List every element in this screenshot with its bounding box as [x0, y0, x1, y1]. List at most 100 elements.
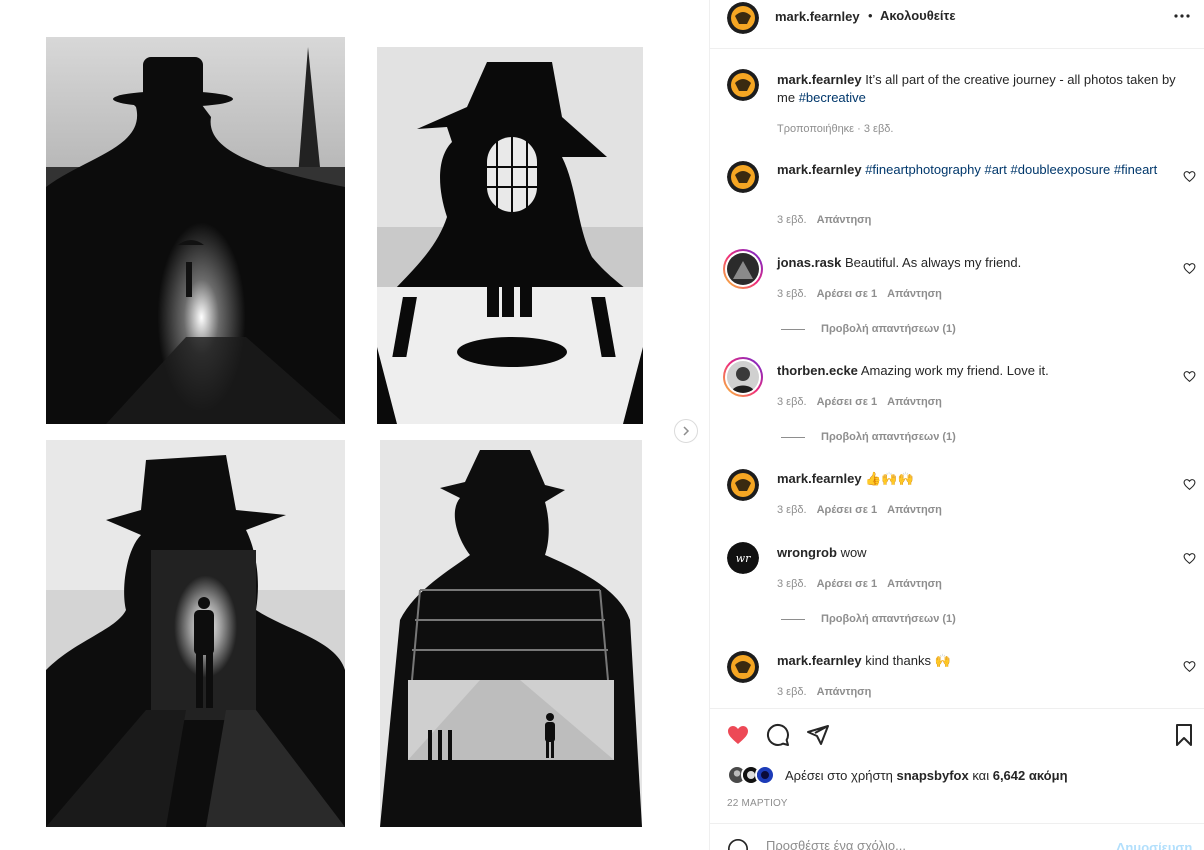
comment-username[interactable]: jonas.rask: [777, 255, 841, 270]
comment-like-icon[interactable]: [1183, 170, 1196, 183]
comment-input[interactable]: [766, 838, 1096, 850]
reply-button[interactable]: Απάντηση: [817, 214, 872, 226]
post-media: [0, 0, 709, 850]
comment-avatar[interactable]: [727, 651, 759, 683]
comment-text: mark.fearnley #fineartphotography #art #…: [777, 161, 1182, 179]
comment-time: 3 εβδ.: [777, 686, 807, 698]
bookmark-icon[interactable]: [1172, 723, 1196, 747]
wrongrob-logo-text: wr: [736, 552, 751, 565]
liker-avatar: [755, 765, 775, 785]
post-header: mark.fearnley • Ακολουθείτε: [710, 0, 1204, 49]
comment-like-icon[interactable]: [1183, 552, 1196, 565]
comment-text: mark.fearnley 👍🙌🙌: [777, 470, 1182, 488]
reply-button[interactable]: Απάντηση: [887, 396, 942, 408]
caption-hashtag[interactable]: #becreative: [799, 90, 866, 105]
comment-body: Amazing work my friend. Love it.: [860, 363, 1049, 378]
post-date[interactable]: 22 ΜΑΡΤΙΟΥ: [727, 798, 788, 809]
comment-avatar[interactable]: wr: [727, 542, 759, 574]
next-slide-button[interactable]: [674, 419, 698, 443]
comment-username[interactable]: thorben.ecke: [777, 363, 858, 378]
collage-photo-bridge: [46, 440, 345, 827]
post-side-panel: mark.fearnley • Ακολουθείτε mark.fearnle…: [709, 0, 1204, 850]
reply-button[interactable]: Απάντηση: [887, 288, 942, 300]
comment-hashtag[interactable]: #art: [984, 162, 1006, 177]
likes-summary[interactable]: Αρέσει στο χρήστη snapsbyfox και 6,642 α…: [727, 765, 1068, 785]
reply-button[interactable]: Απάντηση: [887, 504, 942, 516]
comment-likes-count[interactable]: Αρέσει σε 1: [817, 396, 878, 408]
caption-avatar[interactable]: [727, 69, 759, 101]
view-replies-label: Προβολή απαντήσεων (1): [821, 613, 956, 625]
comment-time: 3 εβδ.: [777, 578, 807, 590]
comment-like-icon[interactable]: [1183, 370, 1196, 383]
replies-divider: [781, 436, 805, 438]
emoji-icon[interactable]: [727, 838, 749, 850]
view-replies-label: Προβολή απαντήσεων (1): [821, 431, 956, 443]
liker-username[interactable]: snapsbyfox: [896, 768, 968, 783]
view-replies-button[interactable]: Προβολή απαντήσεων (1): [781, 613, 956, 625]
comment-body: kind thanks 🙌: [865, 653, 951, 668]
collage-photo-pier: [380, 440, 642, 827]
replies-divider: [781, 328, 805, 330]
view-replies-button[interactable]: Προβολή απαντήσεων (1): [781, 431, 956, 443]
comment-like-icon[interactable]: [1183, 660, 1196, 673]
comment-username[interactable]: wrongrob: [777, 545, 837, 560]
comment-username[interactable]: mark.fearnley: [777, 162, 862, 177]
comment-body: wow: [840, 545, 867, 560]
comments-list[interactable]: mark.fearnley It’s all part of the creat…: [710, 50, 1204, 708]
comment-meta: 3 εβδ. Απάντηση: [777, 214, 871, 226]
comment-likes-count[interactable]: Αρέσει σε 1: [817, 288, 878, 300]
comment-time: 3 εβδ.: [777, 214, 807, 226]
likes-conjunction: και: [972, 767, 990, 783]
comment-meta: 3 εβδ. Αρέσει σε 1 Απάντηση: [777, 578, 942, 590]
post-comment-button[interactable]: Δημοσίευση: [1116, 840, 1192, 850]
comment-meta: 3 εβδ. Αρέσει σε 1 Απάντηση: [777, 396, 942, 408]
comment-likes-count[interactable]: Αρέσει σε 1: [817, 578, 878, 590]
comment-avatar[interactable]: [727, 469, 759, 501]
heart-icon[interactable]: [726, 723, 750, 747]
replies-divider: [781, 618, 805, 620]
comment-username[interactable]: mark.fearnley: [777, 653, 862, 668]
story-ring[interactable]: [723, 357, 763, 397]
comment-icon[interactable]: [766, 723, 790, 747]
author-username[interactable]: mark.fearnley: [775, 9, 860, 24]
story-ring[interactable]: [723, 249, 763, 289]
comment-time: 3 εβδ.: [777, 504, 807, 516]
view-replies-button[interactable]: Προβολή απαντήσεων (1): [781, 323, 956, 335]
reply-button[interactable]: Απάντηση: [817, 686, 872, 698]
more-options-icon[interactable]: [1172, 8, 1192, 24]
edited-time: Τροποποιήθηκε · 3 εβδ.: [777, 123, 894, 135]
comment-meta: 3 εβδ. Απάντηση: [777, 686, 871, 698]
caption-text: mark.fearnley It’s all part of the creat…: [777, 71, 1182, 107]
comment-username[interactable]: mark.fearnley: [777, 471, 862, 486]
header-separator: •: [868, 8, 873, 23]
author-avatar[interactable]: [727, 2, 759, 34]
comment-avatar: [727, 253, 759, 285]
caption-username[interactable]: mark.fearnley: [777, 72, 862, 87]
comment-body: Beautiful. As always my friend.: [844, 255, 1022, 270]
comment-text: jonas.rask Beautiful. As always my frien…: [777, 254, 1182, 272]
comment-likes-count[interactable]: Αρέσει σε 1: [817, 504, 878, 516]
comment-composer: Δημοσίευση: [710, 823, 1204, 850]
collage-photo-window: [377, 47, 643, 424]
share-icon[interactable]: [806, 723, 830, 747]
comment-text: mark.fearnley kind thanks 🙌: [777, 652, 1182, 670]
comment-hashtag[interactable]: #fineartphotography: [865, 162, 981, 177]
comment-avatar[interactable]: [727, 161, 759, 193]
caption-meta: Τροποποιήθηκε · 3 εβδ.: [777, 123, 893, 135]
chevron-right-icon: [683, 426, 690, 436]
comment-like-icon[interactable]: [1183, 478, 1196, 491]
comment-meta: 3 εβδ. Αρέσει σε 1 Απάντηση: [777, 504, 942, 516]
likes-count[interactable]: 6,642 ακόμη: [993, 768, 1068, 783]
post-actions: Αρέσει στο χρήστη snapsbyfox και 6,642 α…: [710, 708, 1204, 823]
view-replies-label: Προβολή απαντήσεων (1): [821, 323, 956, 335]
likes-text: Αρέσει στο χρήστη snapsbyfox και 6,642 α…: [785, 768, 1068, 783]
comment-text: wrongrob wow: [777, 544, 1182, 562]
comment-hashtag[interactable]: #fineart: [1114, 162, 1157, 177]
comment-like-icon[interactable]: [1183, 262, 1196, 275]
reply-button[interactable]: Απάντηση: [887, 578, 942, 590]
likes-prefix: Αρέσει στο χρήστη: [785, 767, 893, 783]
comment-body: 👍🙌🙌: [865, 471, 914, 486]
following-button[interactable]: Ακολουθείτε: [880, 8, 956, 23]
comment-meta: 3 εβδ. Αρέσει σε 1 Απάντηση: [777, 288, 942, 300]
comment-hashtag[interactable]: #doubleexposure: [1011, 162, 1111, 177]
